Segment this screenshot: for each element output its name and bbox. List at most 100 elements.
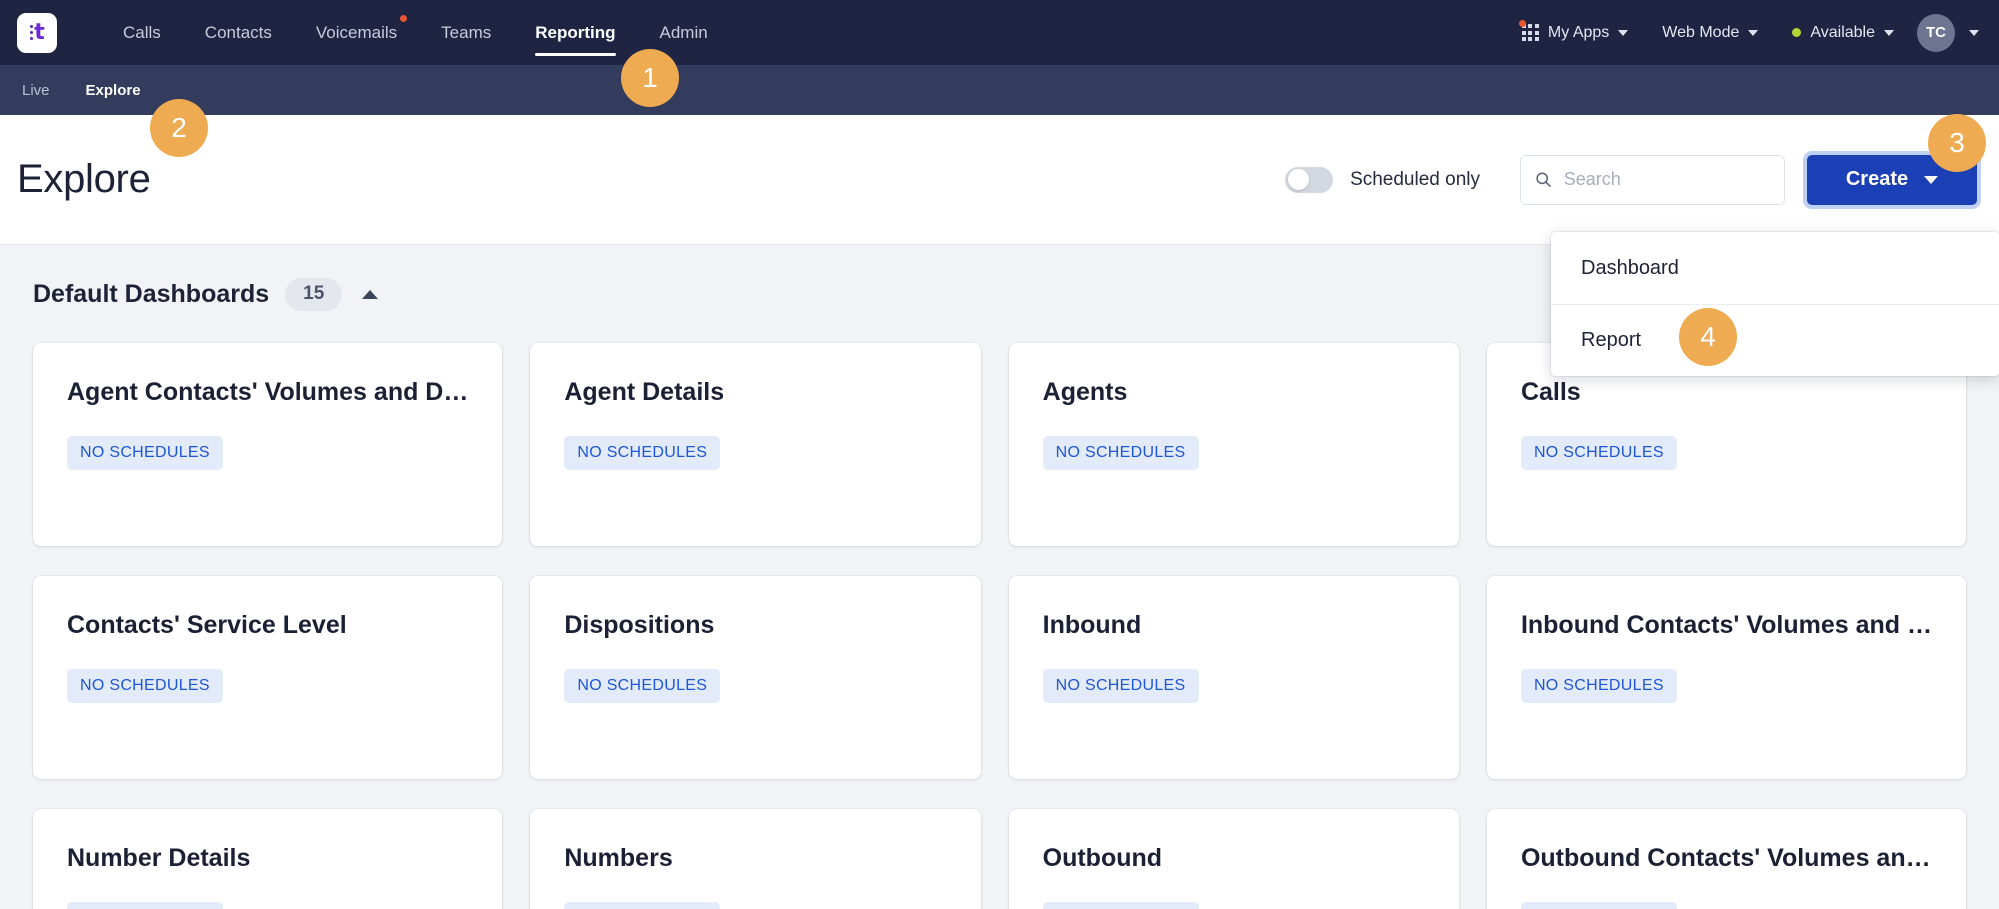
section-title: Default Dashboards	[33, 280, 269, 309]
my-apps-label: My Apps	[1548, 24, 1609, 42]
top-bar-right: My Apps Web Mode Available TC	[1505, 0, 1999, 65]
dashboard-card[interactable]: Number Details NO SCHEDULES	[33, 809, 502, 909]
schedule-status-badge: NO SCHEDULES	[564, 669, 720, 703]
dashboard-card[interactable]: Inbound NO SCHEDULES	[1009, 576, 1459, 779]
dashboard-card[interactable]: Outbound Contacts' Volumes an… NO SCHEDU…	[1487, 809, 1966, 909]
nav-label: Voicemails	[316, 23, 397, 43]
step-marker-2: 2	[150, 99, 208, 157]
apps-grid-icon	[1522, 24, 1539, 41]
apps-notification-dot	[1519, 20, 1526, 27]
page-title: Explore	[17, 157, 151, 202]
nav-item-calls[interactable]: Calls	[101, 0, 183, 65]
step-marker-1: 1	[621, 49, 679, 107]
dashboard-card[interactable]: Agents NO SCHEDULES	[1009, 343, 1459, 546]
search-input[interactable]	[1564, 169, 1770, 190]
nav-item-teams[interactable]: Teams	[419, 0, 513, 65]
dashboard-card[interactable]: Agent Contacts' Volumes and D… NO SCHEDU…	[33, 343, 502, 546]
nav-item-contacts[interactable]: Contacts	[183, 0, 294, 65]
dashboard-card[interactable]: Agent Details NO SCHEDULES	[530, 343, 980, 546]
dashboard-card[interactable]: Outbound NO SCHEDULES	[1009, 809, 1459, 909]
nav-label: Reporting	[535, 23, 615, 43]
create-button-label: Create	[1846, 168, 1908, 191]
create-dropdown-menu: Dashboard Report	[1551, 232, 1999, 376]
step-marker-label: 4	[1700, 321, 1716, 353]
toggle-track[interactable]	[1285, 167, 1333, 193]
subnav-label: Explore	[86, 82, 141, 99]
scheduled-only-label: Scheduled only	[1350, 169, 1480, 191]
dashboard-card-title: Numbers	[564, 843, 946, 874]
dashboard-card[interactable]: Dispositions NO SCHEDULES	[530, 576, 980, 779]
step-marker-label: 2	[171, 112, 187, 144]
create-menu-item-dashboard[interactable]: Dashboard	[1551, 232, 1999, 304]
nav-label: Contacts	[205, 23, 272, 43]
nav-item-voicemails[interactable]: Voicemails	[294, 0, 419, 65]
dashboard-card-title: Inbound Contacts' Volumes and …	[1521, 610, 1932, 641]
scheduled-only-toggle[interactable]: Scheduled only	[1285, 167, 1480, 193]
dashboard-card-title: Number Details	[67, 843, 468, 874]
section-count-badge: 15	[285, 278, 342, 311]
schedule-status-badge: NO SCHEDULES	[1043, 436, 1199, 470]
dashboard-card[interactable]: Numbers NO SCHEDULES	[530, 809, 980, 909]
nav-label: Teams	[441, 23, 491, 43]
dashboard-card-title: Agent Details	[564, 377, 946, 408]
schedule-status-badge: NO SCHEDULES	[1043, 902, 1199, 909]
sub-navigation-bar: Live Explore	[0, 65, 1999, 115]
schedule-status-badge: NO SCHEDULES	[67, 436, 223, 470]
chevron-down-icon	[1884, 30, 1894, 36]
nav-label: Admin	[660, 23, 708, 43]
dashboard-card[interactable]: Contacts' Service Level NO SCHEDULES	[33, 576, 502, 779]
availability-status-icon	[1792, 28, 1801, 37]
subnav-item-live[interactable]: Live	[4, 65, 68, 115]
chevron-down-icon	[1618, 30, 1628, 36]
create-menu-item-report[interactable]: Report	[1551, 304, 1999, 376]
chevron-down-icon	[1748, 30, 1758, 36]
nav-label: Calls	[123, 23, 161, 43]
dashboard-cards-grid: Agent Contacts' Volumes and D… NO SCHEDU…	[0, 311, 1999, 909]
avatar-initials: TC	[1926, 24, 1946, 41]
logo-letter: t	[34, 22, 44, 44]
toggle-knob	[1288, 169, 1309, 190]
subnav-label: Live	[22, 82, 50, 99]
step-marker-3: 3	[1928, 114, 1986, 172]
dashboard-card-title: Agents	[1043, 377, 1425, 408]
schedule-status-badge: NO SCHEDULES	[564, 436, 720, 470]
voicemails-notification-dot	[400, 15, 407, 22]
dashboard-card-title: Calls	[1521, 377, 1932, 408]
schedule-status-badge: NO SCHEDULES	[1521, 436, 1677, 470]
header-toolbar: Scheduled only Create	[1285, 155, 1999, 205]
menu-item-label: Dashboard	[1581, 257, 1679, 280]
schedule-status-badge: NO SCHEDULES	[67, 669, 223, 703]
search-box[interactable]	[1520, 155, 1785, 205]
nav-item-reporting[interactable]: Reporting	[513, 0, 637, 65]
web-mode-menu[interactable]: Web Mode	[1645, 0, 1775, 65]
web-mode-label: Web Mode	[1662, 24, 1739, 42]
page-header: Explore Scheduled only Create	[0, 115, 1999, 245]
app-logo[interactable]: t	[17, 13, 57, 53]
dashboard-card[interactable]: Inbound Contacts' Volumes and … NO SCHED…	[1487, 576, 1966, 779]
dashboard-card-title: Inbound	[1043, 610, 1425, 641]
dashboard-card-title: Outbound	[1043, 843, 1425, 874]
schedule-status-badge: NO SCHEDULES	[1521, 902, 1677, 909]
dashboard-card-title: Dispositions	[564, 610, 946, 641]
dashboard-card-title: Outbound Contacts' Volumes an…	[1521, 843, 1932, 874]
chevron-up-icon[interactable]	[362, 290, 378, 299]
dashboard-card-title: Contacts' Service Level	[67, 610, 468, 641]
step-marker-label: 1	[642, 62, 658, 94]
schedule-status-badge: NO SCHEDULES	[67, 902, 223, 909]
schedule-status-badge: NO SCHEDULES	[1521, 669, 1677, 703]
explore-page: t Calls Contacts Voicemails Teams Report…	[0, 0, 1999, 909]
search-icon	[1535, 170, 1552, 189]
account-chevron-down-icon[interactable]	[1969, 30, 1979, 36]
dashboard-card-title: Agent Contacts' Volumes and D…	[67, 377, 468, 408]
chevron-down-icon	[1924, 176, 1938, 184]
subnav-item-explore[interactable]: Explore	[68, 65, 159, 115]
step-marker-label: 3	[1949, 127, 1965, 159]
avatar[interactable]: TC	[1917, 14, 1955, 52]
logo-glyph-icon: t	[30, 22, 45, 44]
my-apps-menu[interactable]: My Apps	[1505, 0, 1645, 65]
schedule-status-badge: NO SCHEDULES	[564, 902, 720, 909]
top-navigation-bar: t Calls Contacts Voicemails Teams Report…	[0, 0, 1999, 65]
availability-menu[interactable]: Available	[1775, 0, 1911, 65]
menu-item-label: Report	[1581, 329, 1641, 352]
availability-label: Available	[1810, 24, 1875, 42]
